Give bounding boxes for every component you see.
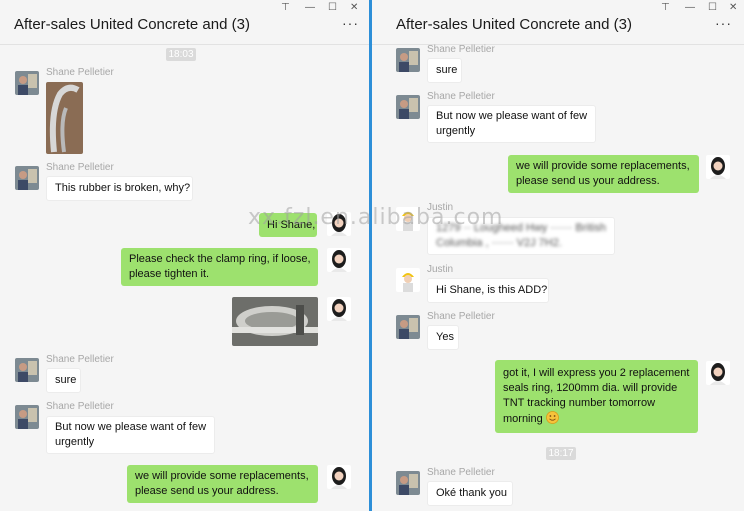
avatar-shane[interactable] — [15, 358, 39, 382]
watermark: xx.fzl.en.alibaba.com — [248, 205, 504, 230]
sender-name: Shane Pelletier — [427, 311, 495, 322]
message-text: sure — [55, 374, 77, 386]
more-options-icon[interactable]: ··· — [342, 15, 359, 31]
photo-rubber[interactable] — [46, 82, 83, 154]
message-text: Oké thank you — [436, 487, 507, 499]
message-text: seals ring, 1200mm dia. will provide — [503, 382, 678, 394]
avatar-shane[interactable] — [396, 471, 420, 495]
message-text: urgently — [436, 125, 476, 137]
sender-name: Justin — [427, 264, 454, 275]
message-text: TNT tracking number tomorrow — [503, 397, 656, 409]
avatar-shane[interactable] — [396, 95, 420, 119]
message-text: This rubber is broken, why? — [55, 182, 191, 194]
message-text: Yes — [436, 331, 454, 343]
smile-emoji-icon — [545, 411, 559, 424]
message-bubble-self: got it, I will express you 2 replacement… — [495, 360, 698, 433]
sender-name: Shane Pelletier — [46, 67, 114, 78]
sender-name: Shane Pelletier — [427, 91, 495, 102]
message-text: we will provide some replacements, — [135, 470, 309, 482]
minimize-icon[interactable]: — — [685, 2, 695, 14]
avatar-shane[interactable] — [396, 315, 420, 339]
message-text: Hi Shane, is this ADD? — [436, 284, 548, 296]
message-text: urgently — [55, 436, 95, 448]
avatar-shane[interactable] — [396, 48, 420, 72]
avatar-shane[interactable] — [15, 166, 39, 190]
maximize-icon[interactable]: ☐ — [328, 2, 337, 14]
close-icon[interactable]: ✕ — [729, 2, 737, 14]
avatar-self[interactable] — [327, 465, 351, 489]
pin-icon[interactable]: ⊤ — [661, 2, 670, 14]
message-bubble: sure — [46, 368, 81, 393]
avatar-self[interactable] — [706, 361, 730, 385]
message-text: Please check the clamp ring, if loose, — [129, 253, 311, 265]
sender-name: Shane Pelletier — [427, 44, 495, 55]
message-text: sure — [436, 64, 458, 76]
minimize-icon[interactable]: — — [305, 2, 315, 14]
chat-window-right: After-sales United Concrete and (3) ⊤ — … — [372, 0, 744, 511]
avatar-self[interactable] — [706, 155, 730, 179]
message-text: please send us your address. — [516, 175, 660, 187]
chat-header: After-sales United Concrete and (3) ⊤ — … — [0, 0, 369, 45]
photo-clamp-ring[interactable] — [232, 297, 318, 346]
avatar-shane[interactable] — [15, 405, 39, 429]
chat-title: After-sales United Concrete and (3) — [14, 16, 250, 33]
message-text: But now we please want of few — [55, 421, 207, 433]
message-bubble: This rubber is broken, why? — [46, 176, 193, 201]
pin-icon[interactable]: ⊤ — [281, 2, 290, 14]
message-text: please send us your address. — [135, 485, 279, 497]
message-bubble: But now we please want of few urgently — [46, 416, 215, 454]
message-bubble: sure — [427, 58, 462, 83]
message-bubble: Yes — [427, 325, 459, 350]
message-bubble-self: we will provide some replacements, pleas… — [508, 155, 699, 193]
message-text: Columbia , ······ V2J 7H2. — [436, 237, 562, 249]
avatar-shane[interactable] — [15, 71, 39, 95]
chat-header: After-sales United Concrete and (3) ⊤ — … — [372, 0, 744, 45]
avatar-self[interactable] — [327, 297, 351, 321]
chat-window-left: After-sales United Concrete and (3) ⊤ — … — [0, 0, 369, 511]
sender-name: Shane Pelletier — [46, 162, 114, 173]
sender-name: Shane Pelletier — [46, 354, 114, 365]
message-bubble: But now we please want of few urgently — [427, 105, 596, 143]
message-bubble-self: Please check the clamp ring, if loose, p… — [121, 248, 318, 286]
message-text: got it, I will express you 2 replacement — [503, 367, 690, 379]
message-text: But now we please want of few — [436, 110, 588, 122]
message-text: we will provide some replacements, — [516, 160, 690, 172]
close-icon[interactable]: ✕ — [350, 2, 358, 14]
maximize-icon[interactable]: ☐ — [708, 2, 717, 14]
more-options-icon[interactable]: ··· — [715, 15, 732, 31]
message-bubble-self: we will provide some replacements, pleas… — [127, 465, 318, 503]
avatar-justin[interactable] — [396, 268, 420, 292]
timestamp: 18:03 — [166, 48, 196, 61]
sender-name: Shane Pelletier — [46, 401, 114, 412]
sender-name: Shane Pelletier — [427, 467, 495, 478]
avatar-self[interactable] — [327, 248, 351, 272]
chat-title: After-sales United Concrete and (3) — [396, 16, 632, 33]
message-text: morning — [503, 413, 543, 425]
timestamp: 18:17 — [546, 447, 576, 460]
message-bubble: Oké thank you — [427, 481, 513, 506]
message-text: please tighten it. — [129, 268, 210, 280]
message-bubble: Hi Shane, is this ADD? — [427, 278, 549, 303]
